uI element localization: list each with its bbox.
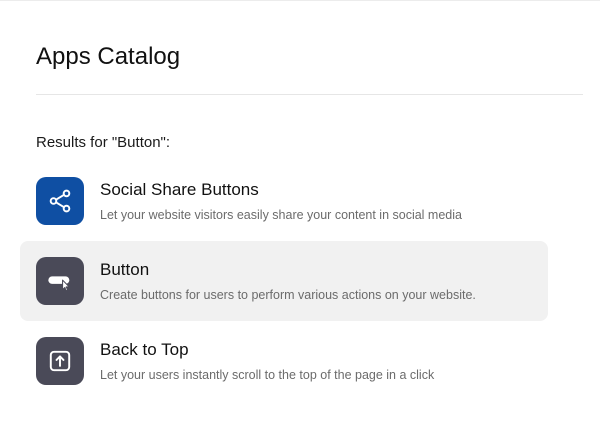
app-description: Let your website visitors easily share y… [100,208,462,222]
search-results-label: Results for "Button": [36,134,171,151]
app-icon-tile [36,257,84,305]
button-cursor-icon [48,276,70,292]
arrow-up-box-icon [49,350,71,372]
app-name: Social Share Buttons [100,180,259,199]
apps-catalog-panel: Apps Catalog Results for "Button": Socia… [0,0,600,430]
app-item-back-to-top[interactable]: Back to Top Let your users instantly scr… [20,321,548,401]
share-icon [49,189,71,213]
app-item-button[interactable]: Button Create buttons for users to perfo… [20,241,548,321]
app-name: Button [100,260,150,279]
app-icon-tile [36,337,84,385]
app-item-social-share-buttons[interactable]: Social Share Buttons Let your website vi… [20,161,548,241]
app-description: Let your users instantly scroll to the t… [100,368,435,382]
app-name: Back to Top [100,340,189,359]
app-results-list: Social Share Buttons Let your website vi… [20,161,548,401]
page-title: Apps Catalog [36,43,181,70]
app-icon-tile [36,177,84,225]
title-divider [36,94,583,95]
app-description: Create buttons for users to perform vari… [100,288,476,302]
